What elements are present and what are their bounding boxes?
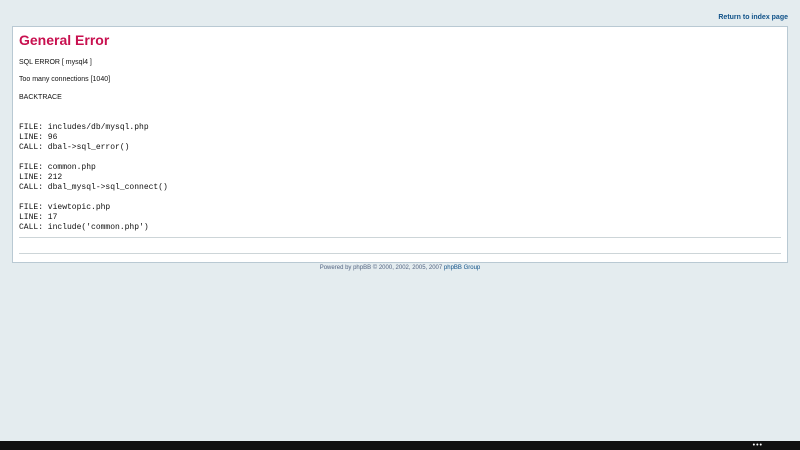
return-to-index-link[interactable]: Return to index page	[718, 14, 788, 21]
trace-file: FILE: viewtopic.php	[19, 203, 111, 212]
trace-line: LINE: 96	[19, 133, 58, 142]
trace-call: CALL: dbal_mysql->sql_connect()	[19, 183, 168, 192]
page-title: General Error	[19, 32, 110, 48]
error-panel: General Error SQL ERROR [ mysql4 ] Too m…	[12, 26, 788, 263]
trace-call: CALL: dbal->sql_error()	[19, 143, 130, 152]
trace-call: CALL: include('common.php')	[19, 223, 149, 232]
phpbb-group-link[interactable]: phpBB Group	[444, 265, 480, 271]
trace-file: FILE: common.php	[19, 163, 96, 172]
more-options-icon[interactable]: •••	[753, 441, 763, 450]
backtrace-block: FILE: includes/db/mysql.php LINE: 96 CALL:…	[19, 123, 168, 233]
footer: Powered by phpBB © 2000, 2002, 2005, 200…	[0, 265, 800, 271]
taskbar: •••	[0, 441, 800, 450]
trace-file: FILE: includes/db/mysql.php	[19, 123, 149, 132]
backtrace-label: BACKTRACE	[19, 94, 62, 101]
sql-error-label: SQL ERROR [ mysql4 ]	[19, 59, 92, 66]
trace-line: LINE: 17	[19, 213, 58, 222]
error-message: Too many connections [1040]	[19, 76, 111, 83]
trace-line: LINE: 212	[19, 173, 63, 182]
divider	[19, 237, 781, 238]
powered-by-text: Powered by phpBB © 2000, 2002, 2005, 200…	[319, 265, 443, 271]
divider	[19, 253, 781, 254]
